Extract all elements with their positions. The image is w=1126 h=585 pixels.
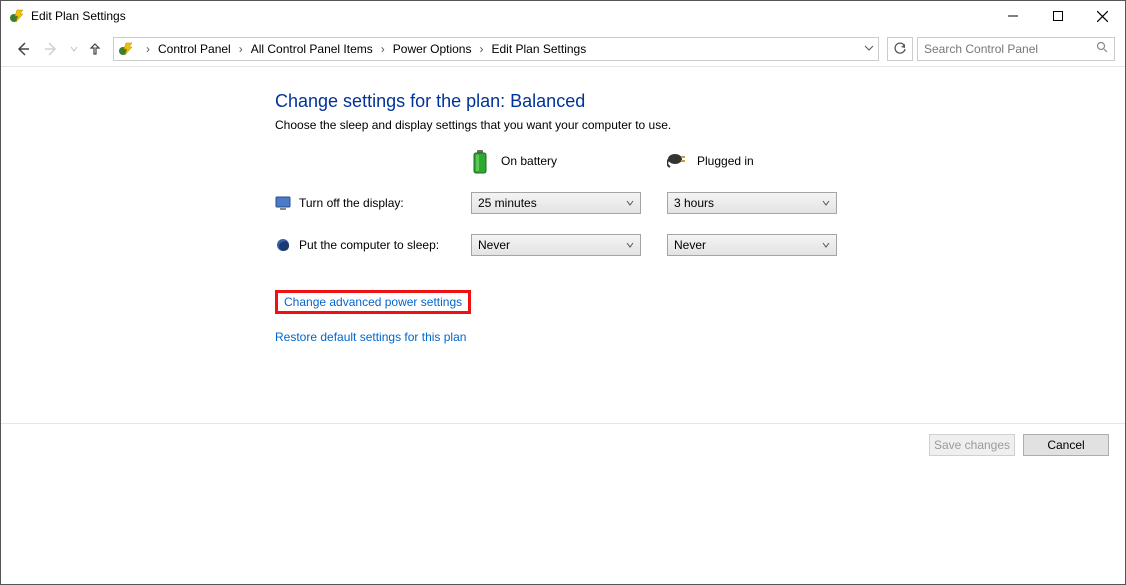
row-display-text: Turn off the display:: [299, 196, 404, 210]
chevron-down-icon: [822, 238, 830, 252]
chevron-down-icon: [626, 196, 634, 210]
power-plan-icon: [9, 8, 25, 24]
up-button[interactable]: [85, 39, 105, 59]
column-label-plugged: Plugged in: [697, 154, 754, 168]
search-placeholder: Search Control Panel: [924, 42, 1096, 56]
forward-button[interactable]: [39, 37, 63, 61]
links-section: Change advanced power settings Restore d…: [275, 290, 1125, 354]
page-heading: Change settings for the plan: Balanced: [275, 91, 1125, 112]
dropdown-sleep-battery[interactable]: Never: [471, 234, 641, 256]
settings-grid: On battery Plugged in Turn off the: [275, 150, 1125, 256]
sleep-icon: [275, 237, 291, 253]
address-dropdown-icon[interactable]: [864, 42, 874, 56]
address-bar[interactable]: › Control Panel › All Control Panel Item…: [113, 37, 879, 61]
search-icon: [1096, 41, 1108, 56]
minimize-button[interactable]: [990, 1, 1035, 31]
dropdown-display-plugged[interactable]: 3 hours: [667, 192, 837, 214]
row-label-sleep: Put the computer to sleep:: [275, 237, 455, 253]
link-restore-defaults[interactable]: Restore default settings for this plan: [275, 330, 466, 344]
save-button[interactable]: Save changes: [929, 434, 1015, 456]
dropdown-value: 25 minutes: [478, 196, 537, 210]
plug-icon: [667, 150, 689, 172]
dropdown-value: Never: [478, 238, 510, 252]
breadcrumb-separator[interactable]: ›: [375, 42, 391, 56]
breadcrumb-control-panel[interactable]: Control Panel: [156, 42, 233, 56]
plan-name: Balanced: [510, 91, 585, 111]
footer-buttons: Save changes Cancel: [1, 423, 1125, 466]
search-input[interactable]: Search Control Panel: [917, 37, 1115, 61]
window-title: Edit Plan Settings: [31, 9, 126, 23]
chevron-down-icon: [822, 196, 830, 210]
breadcrumb-power-options[interactable]: Power Options: [391, 42, 474, 56]
navbar: › Control Panel › All Control Panel Item…: [1, 31, 1125, 67]
dropdown-sleep-plugged[interactable]: Never: [667, 234, 837, 256]
chevron-down-icon: [626, 238, 634, 252]
breadcrumb-separator[interactable]: ›: [473, 42, 489, 56]
column-label-battery: On battery: [501, 154, 557, 168]
display-icon: [275, 195, 291, 211]
breadcrumb-all-items[interactable]: All Control Panel Items: [249, 42, 375, 56]
dropdown-value: Never: [674, 238, 706, 252]
breadcrumb-separator[interactable]: ›: [233, 42, 249, 56]
battery-icon: [471, 150, 493, 172]
back-button[interactable]: [11, 37, 35, 61]
recent-locations-dropdown[interactable]: [67, 45, 81, 53]
column-header-battery: On battery: [471, 150, 651, 172]
heading-prefix: Change settings for the plan:: [275, 91, 510, 111]
dropdown-display-battery[interactable]: 25 minutes: [471, 192, 641, 214]
row-label-display: Turn off the display:: [275, 195, 455, 211]
refresh-button[interactable]: [887, 37, 913, 61]
window: Edit Plan Settings: [0, 0, 1126, 585]
content-area: Change settings for the plan: Balanced C…: [1, 67, 1125, 584]
row-sleep-text: Put the computer to sleep:: [299, 238, 439, 252]
column-header-plugged: Plugged in: [667, 150, 847, 172]
dropdown-value: 3 hours: [674, 196, 714, 210]
link-advanced-power-settings[interactable]: Change advanced power settings: [275, 290, 471, 314]
breadcrumb-edit-plan[interactable]: Edit Plan Settings: [489, 42, 588, 56]
titlebar: Edit Plan Settings: [1, 1, 1125, 31]
maximize-button[interactable]: [1035, 1, 1080, 31]
close-button[interactable]: [1080, 1, 1125, 31]
instruction-text: Choose the sleep and display settings th…: [275, 118, 1125, 132]
power-plan-icon: [118, 41, 134, 57]
window-controls: [990, 1, 1125, 31]
breadcrumb-separator[interactable]: ›: [140, 42, 156, 56]
cancel-button[interactable]: Cancel: [1023, 434, 1109, 456]
